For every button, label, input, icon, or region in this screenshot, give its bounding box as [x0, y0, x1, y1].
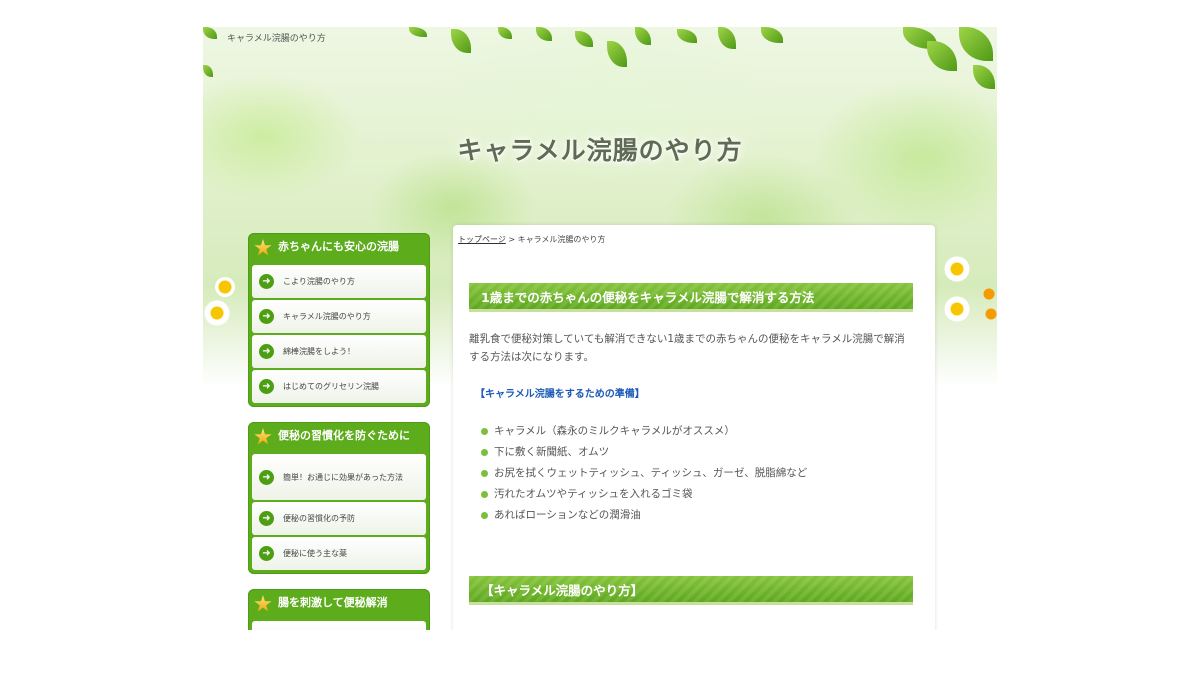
main-content: トップページ > キャラメル浣腸のやり方 1歳までの赤ちゃんの便秘をキャラメル浣… [453, 225, 935, 630]
list-item-text: あればローションなどの潤滑油 [494, 509, 641, 521]
site-tagline: キャラメル浣腸のやり方 [227, 34, 326, 44]
sidebar-item-label: 簡単！お通じに効果があった方法 [283, 472, 403, 482]
leaf-decoration [607, 41, 627, 67]
sidebar-item-koyori-enema[interactable]: ➜ こより浣腸のやり方 [252, 265, 426, 298]
section-heading: 【キャラメル浣腸のやり方】 [469, 576, 913, 605]
arrow-right-circle-icon: ➜ [259, 546, 274, 561]
list-item: 下に敷く新聞紙、オムツ [481, 442, 807, 463]
leaf-decoration [498, 27, 512, 39]
sidebar-item-glycerin-enema[interactable]: ➜ はじめてのグリセリン浣腸 [252, 370, 426, 403]
sidebar-item-easy-method[interactable]: ➜ 簡単！お通じに効果があった方法 [252, 454, 426, 500]
sidebar-item-medicines[interactable]: ➜ 便秘に使う主な薬 [252, 537, 426, 570]
leaf-decoration [635, 27, 651, 45]
leaf-decoration [677, 29, 697, 43]
daisy-decoration [203, 299, 231, 327]
leaf-decoration [761, 27, 783, 43]
bullet-dot-icon [481, 470, 488, 477]
bullet-dot-icon [481, 428, 488, 435]
list-item-text: お尻を拭くウェットティッシュ、ティッシュ、ガーゼ、脱脂綿など [494, 467, 808, 479]
star-icon [254, 595, 272, 612]
sidebar-widget-prevention: 便秘の習慣化を防ぐために ➜ 簡単！お通じに効果があった方法 ➜ 便秘の習慣化の… [248, 422, 430, 574]
star-icon [254, 428, 272, 445]
arrow-right-circle-icon: ➜ [259, 469, 274, 485]
breadcrumb: トップページ > キャラメル浣腸のやり方 [458, 234, 605, 245]
list-item: キャラメル（森永のミルクキャラメルがオススメ） [481, 421, 807, 442]
list-item: 汚れたオムツやティッシュを入れるゴミ袋 [481, 484, 807, 505]
leaf-decoration [718, 27, 736, 49]
sidebar-item-habit-prevention[interactable]: ➜ 便秘の習慣化の予防 [252, 502, 426, 535]
sidebar-item-cotton-swab-enema[interactable]: ➜ 綿棒浣腸をしよう！ [252, 335, 426, 368]
sidebar-item-label: 綿棒浣腸をしよう！ [283, 347, 355, 356]
widget-title-label: 便秘の習慣化を防ぐために [278, 429, 410, 442]
list-item: お尻を拭くウェットティッシュ、ティッシュ、ガーゼ、脱脂綿など [481, 463, 807, 484]
list-item-text: キャラメル（森永のミルクキャラメルがオススメ） [494, 425, 735, 437]
breadcrumb-separator: > [505, 235, 518, 244]
arrow-right-circle-icon: ➜ [259, 309, 274, 324]
arrow-right-circle-icon: ➜ [259, 379, 274, 394]
leaf-decoration [927, 41, 957, 71]
prep-list: キャラメル（森永のミルクキャラメルがオススメ） 下に敷く新聞紙、オムツ お尻を拭… [481, 421, 807, 526]
site-title[interactable]: キャラメル浣腸のやり方 [203, 131, 997, 167]
leaf-decoration [451, 29, 471, 53]
widget-title: 赤ちゃんにも安心の浣腸 [252, 233, 426, 263]
bullet-dot-icon [481, 449, 488, 456]
star-icon [254, 239, 272, 256]
daisy-decoration [943, 295, 971, 323]
sidebar-item-label: キャラメル浣腸のやり方 [283, 312, 371, 321]
intro-paragraph: 離乳食で便秘対策していても解消できない1歳までの赤ちゃんの便秘をキャラメル浣腸で… [469, 333, 905, 363]
list-item: あればローションなどの潤滑油 [481, 505, 807, 526]
sidebar-item-label: 便秘の習慣化の予防 [283, 514, 355, 523]
sidebar-item-caramel-enema[interactable]: ➜ キャラメル浣腸のやり方 [252, 300, 426, 333]
breadcrumb-home-link[interactable]: トップページ [458, 235, 506, 244]
widget-title-label: 赤ちゃんにも安心の浣腸 [278, 240, 399, 253]
leaf-decoration [973, 65, 995, 89]
site-container: キャラメル浣腸のやり方 キャラメル浣腸のやり方 赤ちゃんにも安心の浣腸 ➜ こよ… [203, 27, 997, 630]
section-heading: 1歳までの赤ちゃんの便秘をキャラメル浣腸で解消する方法 [469, 283, 913, 312]
leaf-decoration [203, 27, 217, 39]
daisy-decoration [943, 255, 971, 283]
daisy-decoration [984, 307, 997, 321]
sidebar-widget-enema: 赤ちゃんにも安心の浣腸 ➜ こより浣腸のやり方 ➜ キャラメル浣腸のやり方 ➜ … [248, 233, 430, 407]
sidebar-item-label: はじめてのグリセリン浣腸 [283, 382, 379, 391]
leaf-decoration [409, 27, 427, 37]
sidebar-widget-stimulation: 腸を刺激して便秘解消 [248, 589, 430, 630]
daisy-decoration [215, 277, 235, 297]
bullet-dot-icon [481, 512, 488, 519]
sidebar-item-label: 便秘に使う主な薬 [283, 549, 347, 558]
prep-subheading: 【キャラメル浣腸をするための準備】 [475, 389, 645, 400]
leaf-decoration [575, 31, 593, 47]
daisy-decoration [982, 287, 996, 301]
widget-title: 腸を刺激して便秘解消 [252, 589, 426, 619]
widget-title-label: 腸を刺激して便秘解消 [278, 596, 388, 609]
leaf-decoration [959, 27, 993, 61]
leaf-decoration [536, 27, 552, 41]
list-item-text: 汚れたオムツやティッシュを入れるゴミ袋 [494, 488, 693, 500]
sidebar: 赤ちゃんにも安心の浣腸 ➜ こより浣腸のやり方 ➜ キャラメル浣腸のやり方 ➜ … [248, 233, 430, 630]
bullet-dot-icon [481, 491, 488, 498]
sidebar-item-label: こより浣腸のやり方 [283, 277, 355, 286]
breadcrumb-current: キャラメル浣腸のやり方 [517, 235, 606, 244]
arrow-right-circle-icon: ➜ [259, 511, 274, 526]
widget-title: 便秘の習慣化を防ぐために [252, 422, 426, 452]
arrow-right-circle-icon: ➜ [259, 344, 274, 359]
list-item-text: 下に敷く新聞紙、オムツ [494, 446, 610, 458]
arrow-right-circle-icon: ➜ [259, 274, 274, 289]
leaf-decoration [203, 65, 213, 77]
sidebar-item-partial[interactable] [252, 621, 426, 630]
